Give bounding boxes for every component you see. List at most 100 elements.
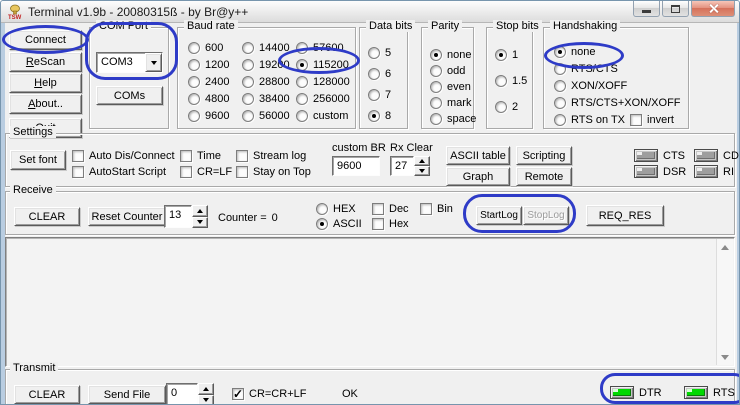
invert-checkbox[interactable] <box>630 114 642 126</box>
stop-bits-1-5[interactable]: 1.5 <box>495 74 527 87</box>
minimize-button[interactable] <box>633 1 660 17</box>
arrow-down-icon <box>203 398 209 402</box>
baud-28800[interactable]: 28800 <box>242 75 290 88</box>
stream-log-checkbox[interactable]: Stream log <box>236 149 306 162</box>
data-bits-6-label: 6 <box>385 68 391 80</box>
handshake-none[interactable]: none <box>554 45 595 58</box>
dtr-label: DTR <box>639 387 662 399</box>
reset-counter-button[interactable]: Reset Counter <box>88 207 166 226</box>
handshake-rts-on-tx[interactable]: RTS on TXinvert <box>554 113 674 126</box>
dtr-indicator[interactable]: DTR <box>610 386 662 399</box>
radio-icon <box>554 97 566 109</box>
handshake-rts-cts-label: RTS/CTS <box>571 63 618 75</box>
transmit-clear-button[interactable]: CLEAR <box>14 385 80 404</box>
data-bits-8[interactable]: 8 <box>368 109 391 122</box>
ascii-table-label: ASCII table <box>450 150 506 162</box>
handshake-xon-xoff[interactable]: XON/XOFF <box>554 79 627 92</box>
data-bits-7[interactable]: 7 <box>368 88 391 101</box>
checkbox-icon <box>72 166 84 178</box>
parity-mark[interactable]: mark <box>430 96 471 109</box>
rescan-button[interactable]: ReScan <box>9 52 82 72</box>
parity-odd[interactable]: odd <box>430 64 465 77</box>
cr-lf-checkbox[interactable]: CR=LF <box>180 165 232 178</box>
help-button[interactable]: Help <box>9 73 82 93</box>
receive-count-spinner[interactable]: 13 <box>164 205 208 228</box>
close-button[interactable] <box>691 1 735 17</box>
data-bits-5[interactable]: 5 <box>368 46 391 59</box>
rts-indicator[interactable]: RTS <box>684 386 735 399</box>
baud-9600[interactable]: 9600 <box>188 109 229 122</box>
stay-on-top-checkbox[interactable]: Stay on Top <box>236 165 311 178</box>
baud-256000[interactable]: 256000 <box>296 92 350 105</box>
scroll-down-button[interactable] <box>717 349 733 365</box>
baud-1200[interactable]: 1200 <box>188 58 229 71</box>
parity-even[interactable]: even <box>430 80 471 93</box>
baud-2400[interactable]: 2400 <box>188 75 229 88</box>
spin-up-button[interactable] <box>198 383 214 395</box>
receive-scrollbar[interactable] <box>716 239 733 365</box>
parity-space[interactable]: space <box>430 112 476 125</box>
handshake-rts-cts-xon-xoff[interactable]: RTS/CTS+XON/XOFF <box>554 96 681 109</box>
baud-600[interactable]: 600 <box>188 41 223 54</box>
baud-57600[interactable]: 57600 <box>296 41 344 54</box>
custom-br-value: 9600 <box>337 160 361 172</box>
baud-115200-label: 115200 <box>313 59 349 71</box>
view-ascii-radio[interactable]: ASCII <box>316 217 362 230</box>
com-port-select[interactable]: COM3 <box>96 52 163 73</box>
baud-38400[interactable]: 38400 <box>242 92 290 105</box>
autostart-script-checkbox[interactable]: AutoStart Script <box>72 165 166 178</box>
spin-up-button[interactable] <box>192 205 208 217</box>
receive-clear-button[interactable]: CLEAR <box>14 207 80 226</box>
maximize-button[interactable] <box>662 1 689 17</box>
about-button[interactable]: About.. <box>9 94 82 114</box>
baud-115200[interactable]: 115200 <box>296 58 349 71</box>
graph-button[interactable]: Graph <box>446 167 510 186</box>
dsr-indicator: DSR <box>634 165 686 178</box>
spin-down-button[interactable] <box>192 217 208 229</box>
arrow-down-icon <box>197 220 203 224</box>
stop-log-button[interactable]: StopLog <box>523 206 569 225</box>
receive-count-value: 13 <box>164 205 192 228</box>
spin-down-button[interactable] <box>414 166 430 176</box>
transmit-delay-spinner[interactable]: 0 <box>166 383 214 405</box>
spin-down-button[interactable] <box>198 395 214 405</box>
remote-button[interactable]: Remote <box>516 167 572 186</box>
rx-clear-spinner[interactable]: 27 <box>390 156 430 176</box>
arrow-up-icon <box>197 209 203 213</box>
bin-checkbox[interactable]: Bin <box>420 202 453 215</box>
hex-checkbox[interactable]: Hex <box>372 217 409 230</box>
stop-bits-1[interactable]: 1 <box>495 48 518 61</box>
baud-19200[interactable]: 19200 <box>242 58 290 71</box>
custom-br-input[interactable]: 9600 <box>332 156 380 176</box>
connect-label: Connect <box>25 34 66 46</box>
handshake-rts-cts[interactable]: RTS/CTS <box>554 62 618 75</box>
cr-crlf-checkbox[interactable]: CR=CR+LF <box>232 387 306 400</box>
radio-icon <box>296 93 308 105</box>
set-font-button[interactable]: Set font <box>10 150 66 170</box>
data-bits-6[interactable]: 6 <box>368 67 391 80</box>
time-checkbox[interactable]: Time <box>180 149 221 162</box>
view-hex-radio[interactable]: HEX <box>316 202 356 215</box>
req-res-button[interactable]: REQ_RES <box>586 205 664 226</box>
scripting-button[interactable]: Scripting <box>516 146 572 165</box>
baud-56000[interactable]: 56000 <box>242 109 290 122</box>
dec-checkbox[interactable]: Dec <box>372 202 409 215</box>
stop-bits-2[interactable]: 2 <box>495 100 518 113</box>
send-file-button[interactable]: Send File <box>88 385 166 404</box>
scroll-up-button[interactable] <box>717 239 733 255</box>
ascii-table-button[interactable]: ASCII table <box>446 146 510 165</box>
baud-128000[interactable]: 128000 <box>296 75 350 88</box>
spin-up-button[interactable] <box>414 156 430 166</box>
start-log-button[interactable]: StartLog <box>476 206 522 225</box>
baud-14400[interactable]: 14400 <box>242 41 290 54</box>
receive-output[interactable] <box>5 237 735 367</box>
com-port-dropdown-button[interactable] <box>145 53 162 72</box>
radio-icon <box>495 101 507 113</box>
time-label: Time <box>197 150 221 162</box>
connect-button[interactable]: Connect <box>9 30 82 50</box>
coms-button[interactable]: COMs <box>96 86 163 105</box>
parity-none[interactable]: none <box>430 48 471 61</box>
baud-custom[interactable]: custom <box>296 109 348 122</box>
auto-connect-checkbox[interactable]: Auto Dis/Connect <box>72 149 175 162</box>
baud-4800[interactable]: 4800 <box>188 92 229 105</box>
